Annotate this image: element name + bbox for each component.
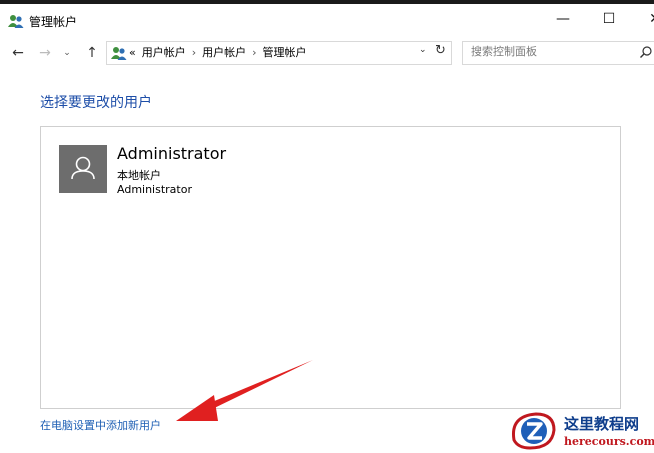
breadcrumb-item[interactable]: 用户帐户 [142, 44, 186, 60]
add-new-user-link[interactable]: 在电脑设置中添加新用户 [40, 417, 161, 433]
user-name[interactable]: Administrator [117, 144, 226, 163]
search-icon[interactable] [639, 45, 653, 59]
watermark-title: 这里教程网 [564, 415, 640, 433]
forward-button[interactable]: → [35, 41, 55, 65]
users-group-icon [8, 15, 24, 28]
watermark-url: herecours.com [564, 435, 654, 448]
user-list-panel: Administrator 本地帐户 Administrator [40, 126, 621, 409]
watermark-logo-icon [511, 412, 556, 450]
breadcrumb-item[interactable]: 用户帐户 [202, 44, 246, 60]
search-input[interactable] [471, 45, 621, 58]
recent-locations-button[interactable]: ⌄ [60, 41, 74, 65]
page-heading: 选择要更改的用户 [40, 95, 152, 111]
site-watermark: 这里教程网 herecours.com [506, 408, 654, 453]
minimize-button[interactable]: — [540, 4, 586, 34]
breadcrumb-overflow-button[interactable]: « [129, 46, 136, 59]
control-panel-icon [111, 47, 127, 60]
address-dropdown-button[interactable]: ⌄ [419, 45, 427, 55]
annotation-arrow-icon [176, 360, 313, 421]
breadcrumb: « 用户帐户 › 用户帐户 › 管理帐户 [129, 44, 307, 60]
maximize-button[interactable]: ☐ [586, 4, 632, 34]
breadcrumb-separator-icon[interactable]: › [252, 46, 256, 59]
breadcrumb-item[interactable]: 管理帐户 [263, 44, 307, 60]
search-box[interactable] [462, 41, 654, 65]
refresh-button[interactable]: ↻ [435, 43, 446, 58]
user-account-type: 本地帐户 [117, 169, 161, 182]
user-tile-administrator[interactable]: Administrator 本地帐户 Administrator [59, 144, 239, 197]
back-button[interactable]: ← [8, 41, 28, 65]
navigation-bar: ← → ⌄ ↑ « 用户帐户 › 用户帐户 › 管理帐户 ⌄ ↻ [0, 38, 654, 68]
close-button[interactable]: ✕ [632, 4, 654, 34]
window-title: 管理帐户 [29, 15, 78, 29]
user-group: Administrator [117, 183, 192, 196]
breadcrumb-separator-icon[interactable]: › [192, 46, 196, 59]
address-bar[interactable]: « 用户帐户 › 用户帐户 › 管理帐户 ⌄ ↻ [106, 41, 452, 65]
user-silhouette-icon [71, 156, 95, 180]
up-button[interactable]: ↑ [82, 41, 102, 65]
avatar[interactable] [59, 145, 107, 193]
